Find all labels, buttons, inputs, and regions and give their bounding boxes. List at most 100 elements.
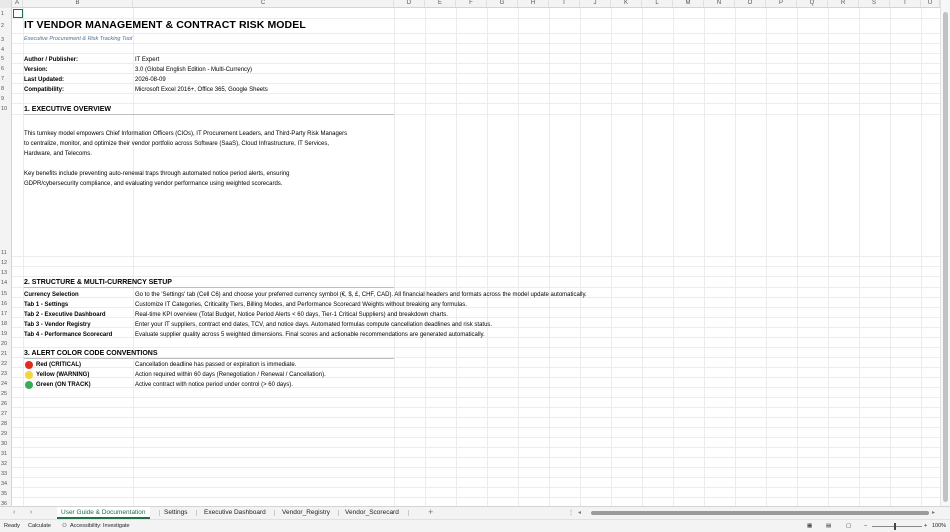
column-header-p[interactable]: P xyxy=(766,0,797,7)
column-header-k[interactable]: K xyxy=(611,0,642,7)
row-number[interactable]: 33 xyxy=(0,471,12,477)
row-number[interactable]: 18 xyxy=(0,321,12,327)
horizontal-scrollbar[interactable] xyxy=(585,510,935,516)
row-number[interactable]: 7 xyxy=(0,76,12,82)
row-number[interactable]: 28 xyxy=(0,421,12,427)
row-number[interactable]: 25 xyxy=(0,391,12,397)
overview-text-line: GDPR/cybersecurity compliance, and evalu… xyxy=(24,181,283,187)
row-number[interactable]: 35 xyxy=(0,491,12,497)
alert-label: Red (CRITICAL) xyxy=(36,362,81,368)
column-header-c[interactable]: C xyxy=(133,0,394,7)
zoom-out-icon[interactable]: − xyxy=(864,523,867,530)
tab-executive-dashboard[interactable]: Executive Dashboard xyxy=(200,507,270,519)
column-header-b[interactable]: B xyxy=(23,0,133,7)
meta-value: IT Expert xyxy=(135,57,160,63)
row-number[interactable]: 5 xyxy=(0,56,12,62)
row-number[interactable]: 3 xyxy=(0,37,12,43)
meta-label: Author / Publisher: xyxy=(24,57,78,63)
add-sheet-button[interactable]: + xyxy=(428,507,433,517)
active-cell-a1[interactable] xyxy=(13,9,23,18)
tab-vendor-scorecard[interactable]: Vendor_Scorecard xyxy=(341,507,403,519)
page-break-view-icon[interactable]: ▢ xyxy=(846,523,851,530)
row-number[interactable]: 22 xyxy=(0,361,12,367)
row-number[interactable]: 1 xyxy=(0,11,12,17)
row-number[interactable]: 9 xyxy=(0,96,12,102)
column-header-l[interactable]: L xyxy=(642,0,673,7)
row-number[interactable]: 23 xyxy=(0,371,12,377)
page-title: IT VENDOR MANAGEMENT & CONTRACT RISK MOD… xyxy=(24,19,306,31)
column-header-f[interactable]: F xyxy=(456,0,487,7)
zoom-slider-track[interactable] xyxy=(872,526,922,527)
column-header-j[interactable]: J xyxy=(580,0,611,7)
tab-bar-options-icon[interactable]: ⋮ xyxy=(568,508,574,518)
row-number[interactable]: 34 xyxy=(0,481,12,487)
row-number[interactable]: 21 xyxy=(0,351,12,357)
structure-value: Customize IT Categories, Criticality Tie… xyxy=(135,302,467,308)
column-header-e[interactable]: E xyxy=(425,0,456,7)
overview-text-line: Hardware, and Telecoms. xyxy=(24,151,92,157)
section-heading-structure: 2. STRUCTURE & MULTI-CURRENCY SETUP xyxy=(24,279,172,286)
structure-value: Evaluate supplier quality across 5 weigh… xyxy=(135,332,485,338)
row-number[interactable]: 17 xyxy=(0,311,12,317)
row-number[interactable]: 6 xyxy=(0,66,12,72)
alert-label: Green (ON TRACK) xyxy=(36,382,91,388)
worksheet-grid[interactable]: IT VENDOR MANAGEMENT & CONTRACT RISK MOD… xyxy=(12,8,940,506)
hscroll-right-icon[interactable]: ▸ xyxy=(932,508,935,518)
column-header-t[interactable]: T xyxy=(890,0,921,7)
column-header-n[interactable]: N xyxy=(704,0,735,7)
column-header-d[interactable]: D xyxy=(394,0,425,7)
vertical-scroll-thumb[interactable] xyxy=(943,12,948,502)
column-header-a[interactable]: A xyxy=(12,0,23,7)
accessibility-icon: ⚇ xyxy=(62,523,67,529)
row-number[interactable]: 16 xyxy=(0,301,12,307)
page-layout-view-icon[interactable]: ▤ xyxy=(826,523,831,530)
vertical-scrollbar[interactable] xyxy=(940,0,950,506)
green-status-dot-icon xyxy=(25,381,33,389)
row-number[interactable]: 24 xyxy=(0,381,12,387)
horizontal-scroll-thumb[interactable] xyxy=(591,511,929,515)
row-number[interactable]: 15 xyxy=(0,291,12,297)
column-header-o[interactable]: O xyxy=(735,0,766,7)
select-all-corner[interactable] xyxy=(0,0,12,8)
normal-view-icon[interactable]: ▦ xyxy=(807,523,812,530)
tab-scroll-right-icon[interactable]: › xyxy=(30,508,32,518)
row-number[interactable]: 19 xyxy=(0,331,12,337)
column-header-g[interactable]: G xyxy=(487,0,518,7)
column-header-h[interactable]: H xyxy=(518,0,549,7)
column-header-u[interactable]: U xyxy=(921,0,940,7)
row-number[interactable]: 10 xyxy=(0,106,12,112)
zoom-in-icon[interactable]: + xyxy=(924,523,927,530)
overview-text-line: This turnkey model empowers Chief Inform… xyxy=(24,131,348,137)
structure-label: Tab 4 - Performance Scorecard xyxy=(24,332,113,338)
tab-user-guide[interactable]: User Guide & Documentation xyxy=(57,507,150,519)
row-number[interactable]: 32 xyxy=(0,461,12,467)
column-header-r[interactable]: R xyxy=(828,0,859,7)
column-header: A B C D E F G H I J K L M N O P Q R S T … xyxy=(0,0,940,8)
row-number[interactable]: 11 xyxy=(0,250,12,256)
column-header-i[interactable]: I xyxy=(549,0,580,7)
row-number[interactable]: 8 xyxy=(0,86,12,92)
row-number[interactable]: 12 xyxy=(0,260,12,266)
tab-scroll-left-icon[interactable]: ‹ xyxy=(13,508,15,518)
alert-value: Action required within 60 days (Renegoti… xyxy=(135,372,326,378)
tab-settings[interactable]: Settings xyxy=(160,507,192,519)
row-number[interactable]: 30 xyxy=(0,441,12,447)
zoom-level[interactable]: 100% xyxy=(932,523,946,530)
column-header-m[interactable]: M xyxy=(673,0,704,7)
zoom-slider-knob[interactable] xyxy=(894,523,896,530)
row-number[interactable]: 13 xyxy=(0,270,12,276)
row-number[interactable]: 14 xyxy=(0,280,12,286)
column-header-q[interactable]: Q xyxy=(797,0,828,7)
row-number[interactable]: 2 xyxy=(0,23,12,29)
row-number[interactable]: 26 xyxy=(0,401,12,407)
column-header-s[interactable]: S xyxy=(859,0,890,7)
row-number[interactable]: 29 xyxy=(0,431,12,437)
row-number[interactable]: 27 xyxy=(0,411,12,417)
row-number[interactable]: 4 xyxy=(0,47,12,53)
row-number[interactable]: 20 xyxy=(0,341,12,347)
row-number[interactable]: 31 xyxy=(0,451,12,457)
accessibility-status[interactable]: Accessibility: Investigate xyxy=(70,523,130,530)
hscroll-left-icon[interactable]: ◂ xyxy=(578,508,581,518)
tab-vendor-registry[interactable]: Vendor_Registry xyxy=(278,507,334,519)
calculate-button[interactable]: Calculate xyxy=(28,523,51,530)
